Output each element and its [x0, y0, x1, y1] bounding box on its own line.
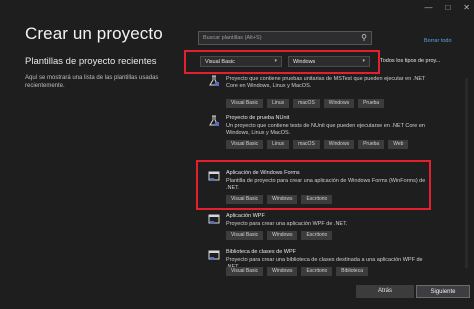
- search-input[interactable]: Buscar plantillas (Alt+S) ⚲: [198, 31, 372, 45]
- template-description: Proyecto para crear una aplicación WPF d…: [226, 221, 348, 227]
- template-list-scrollbar[interactable]: [465, 78, 468, 268]
- template-name: Proyecto de prueba NUnit: [226, 115, 290, 121]
- platform-filter-dropdown[interactable]: Windows ▾: [288, 56, 370, 67]
- tag: Visual Basic: [226, 267, 264, 276]
- recent-templates-title: Plantillas de proyecto recientes: [25, 56, 157, 67]
- recent-templates-description: Aquí se mostrará una lista de las planti…: [25, 75, 159, 89]
- template-description: Un proyecto que contiene tests de NUnit …: [226, 123, 425, 136]
- template-item-wpf-app[interactable]: Aplicación WPF Proyecto para crear una a…: [198, 213, 450, 245]
- wpf-window-icon: [208, 214, 220, 224]
- template-item-mstest[interactable]: Proyecto que contiene pruebas unitarias …: [198, 75, 450, 115]
- tag: Escritorio: [301, 231, 333, 240]
- test-flask-icon: [209, 115, 219, 126]
- template-tags: Visual Basic Linux macOS Windows Prueba: [226, 99, 416, 108]
- tag: Biblioteca: [336, 267, 368, 276]
- tag: Linux: [267, 140, 290, 149]
- chevron-down-icon: ▾: [362, 58, 365, 64]
- tag: Web: [388, 140, 409, 149]
- language-filter-dropdown[interactable]: Visual Basic ▾: [200, 56, 282, 67]
- template-tags: Visual Basic Linux macOS Windows Prueba …: [226, 140, 416, 149]
- window-controls: — □ ✕: [424, 3, 470, 12]
- tag: Linux: [267, 99, 290, 108]
- tag: Windows: [323, 140, 355, 149]
- page-title: Crear un proyecto: [25, 24, 163, 43]
- test-flask-icon: [209, 75, 219, 86]
- tag: Windows: [267, 231, 298, 240]
- search-icon: ⚲: [361, 33, 367, 42]
- tag: Windows: [323, 99, 355, 108]
- tag: Prueba: [358, 140, 385, 149]
- template-tags: Visual Basic Windows Escritorio Bibliote…: [226, 267, 416, 276]
- tag: Windows: [267, 267, 298, 276]
- minimize-icon[interactable]: —: [424, 3, 432, 12]
- platform-filter-value: Windows: [293, 59, 316, 65]
- tag: Visual Basic: [226, 140, 264, 149]
- clear-all-link[interactable]: Borrar todo: [424, 38, 452, 44]
- back-button[interactable]: Atrás: [356, 285, 414, 298]
- template-tags: Visual Basic Windows Escritorio: [226, 231, 416, 240]
- chevron-down-icon: ▾: [274, 58, 277, 64]
- class-library-icon: [208, 250, 220, 260]
- close-icon[interactable]: ✕: [463, 3, 470, 12]
- search-placeholder: Buscar plantillas (Alt+S): [203, 35, 262, 41]
- template-name: Biblioteca de clases de WPF: [226, 249, 297, 255]
- tag: Escritorio: [301, 267, 333, 276]
- maximize-icon[interactable]: □: [445, 3, 450, 12]
- project-type-filter-dropdown[interactable]: Todos los tipos de proy...: [380, 58, 440, 64]
- language-filter-value: Visual Basic: [205, 59, 235, 65]
- template-description: Proyecto que contiene pruebas unitarias …: [226, 76, 426, 89]
- next-button[interactable]: Siguiente: [416, 285, 470, 298]
- template-item-nunit[interactable]: Proyecto de prueba NUnit Un proyecto que…: [198, 115, 450, 163]
- template-item-wpf-class-library[interactable]: Biblioteca de clases de WPF Proyecto par…: [198, 249, 450, 281]
- tag: macOS: [293, 99, 320, 108]
- tag: macOS: [293, 140, 320, 149]
- tag: Visual Basic: [226, 99, 264, 108]
- tag: Visual Basic: [226, 231, 264, 240]
- template-name: Aplicación WPF: [226, 213, 265, 219]
- selected-template-highlight-box: [196, 160, 431, 210]
- tag: Prueba: [358, 99, 385, 108]
